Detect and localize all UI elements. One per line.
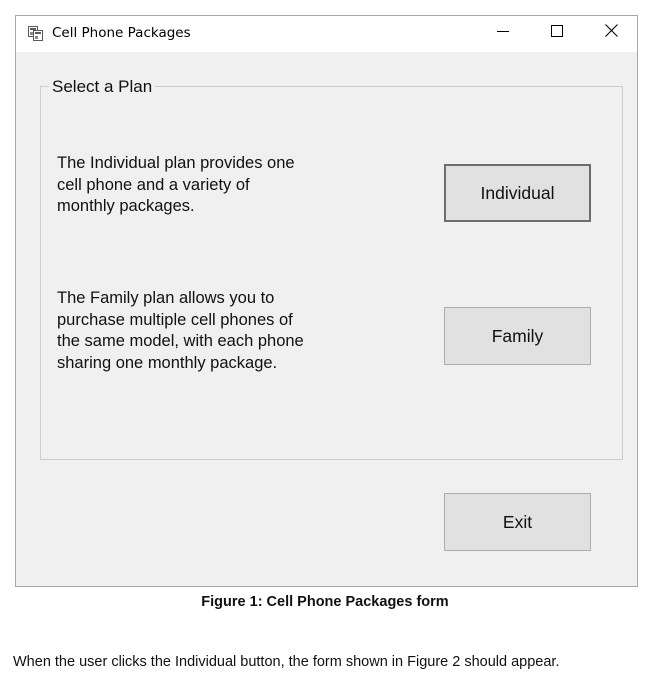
maximize-icon (551, 24, 563, 42)
individual-plan-description: The Individual plan provides one cell ph… (57, 154, 295, 215)
title-bar[interactable]: Cell Phone Packages (16, 16, 637, 52)
exit-button[interactable]: Exit (444, 493, 591, 551)
family-plan-description: The Family plan allows you to purchase m… (57, 289, 304, 372)
figure-caption: Figure 1: Cell Phone Packages form (201, 594, 449, 610)
form-app-icon (28, 26, 43, 41)
cell-phone-packages-window: Cell Phone Packages Select a Plan The In… (15, 15, 638, 587)
family-button[interactable]: Family (444, 307, 591, 365)
groupbox-title: Select a Plan (49, 77, 156, 97)
instruction-text: When the user clicks the Individual butt… (13, 654, 560, 670)
individual-button[interactable]: Individual (444, 164, 591, 222)
maximize-button[interactable] (534, 16, 580, 50)
close-button[interactable] (588, 16, 634, 50)
select-plan-groupbox (40, 86, 623, 460)
window-title: Cell Phone Packages (52, 25, 191, 41)
close-icon (604, 24, 618, 42)
minimize-icon (497, 24, 509, 42)
minimize-button[interactable] (480, 16, 526, 50)
